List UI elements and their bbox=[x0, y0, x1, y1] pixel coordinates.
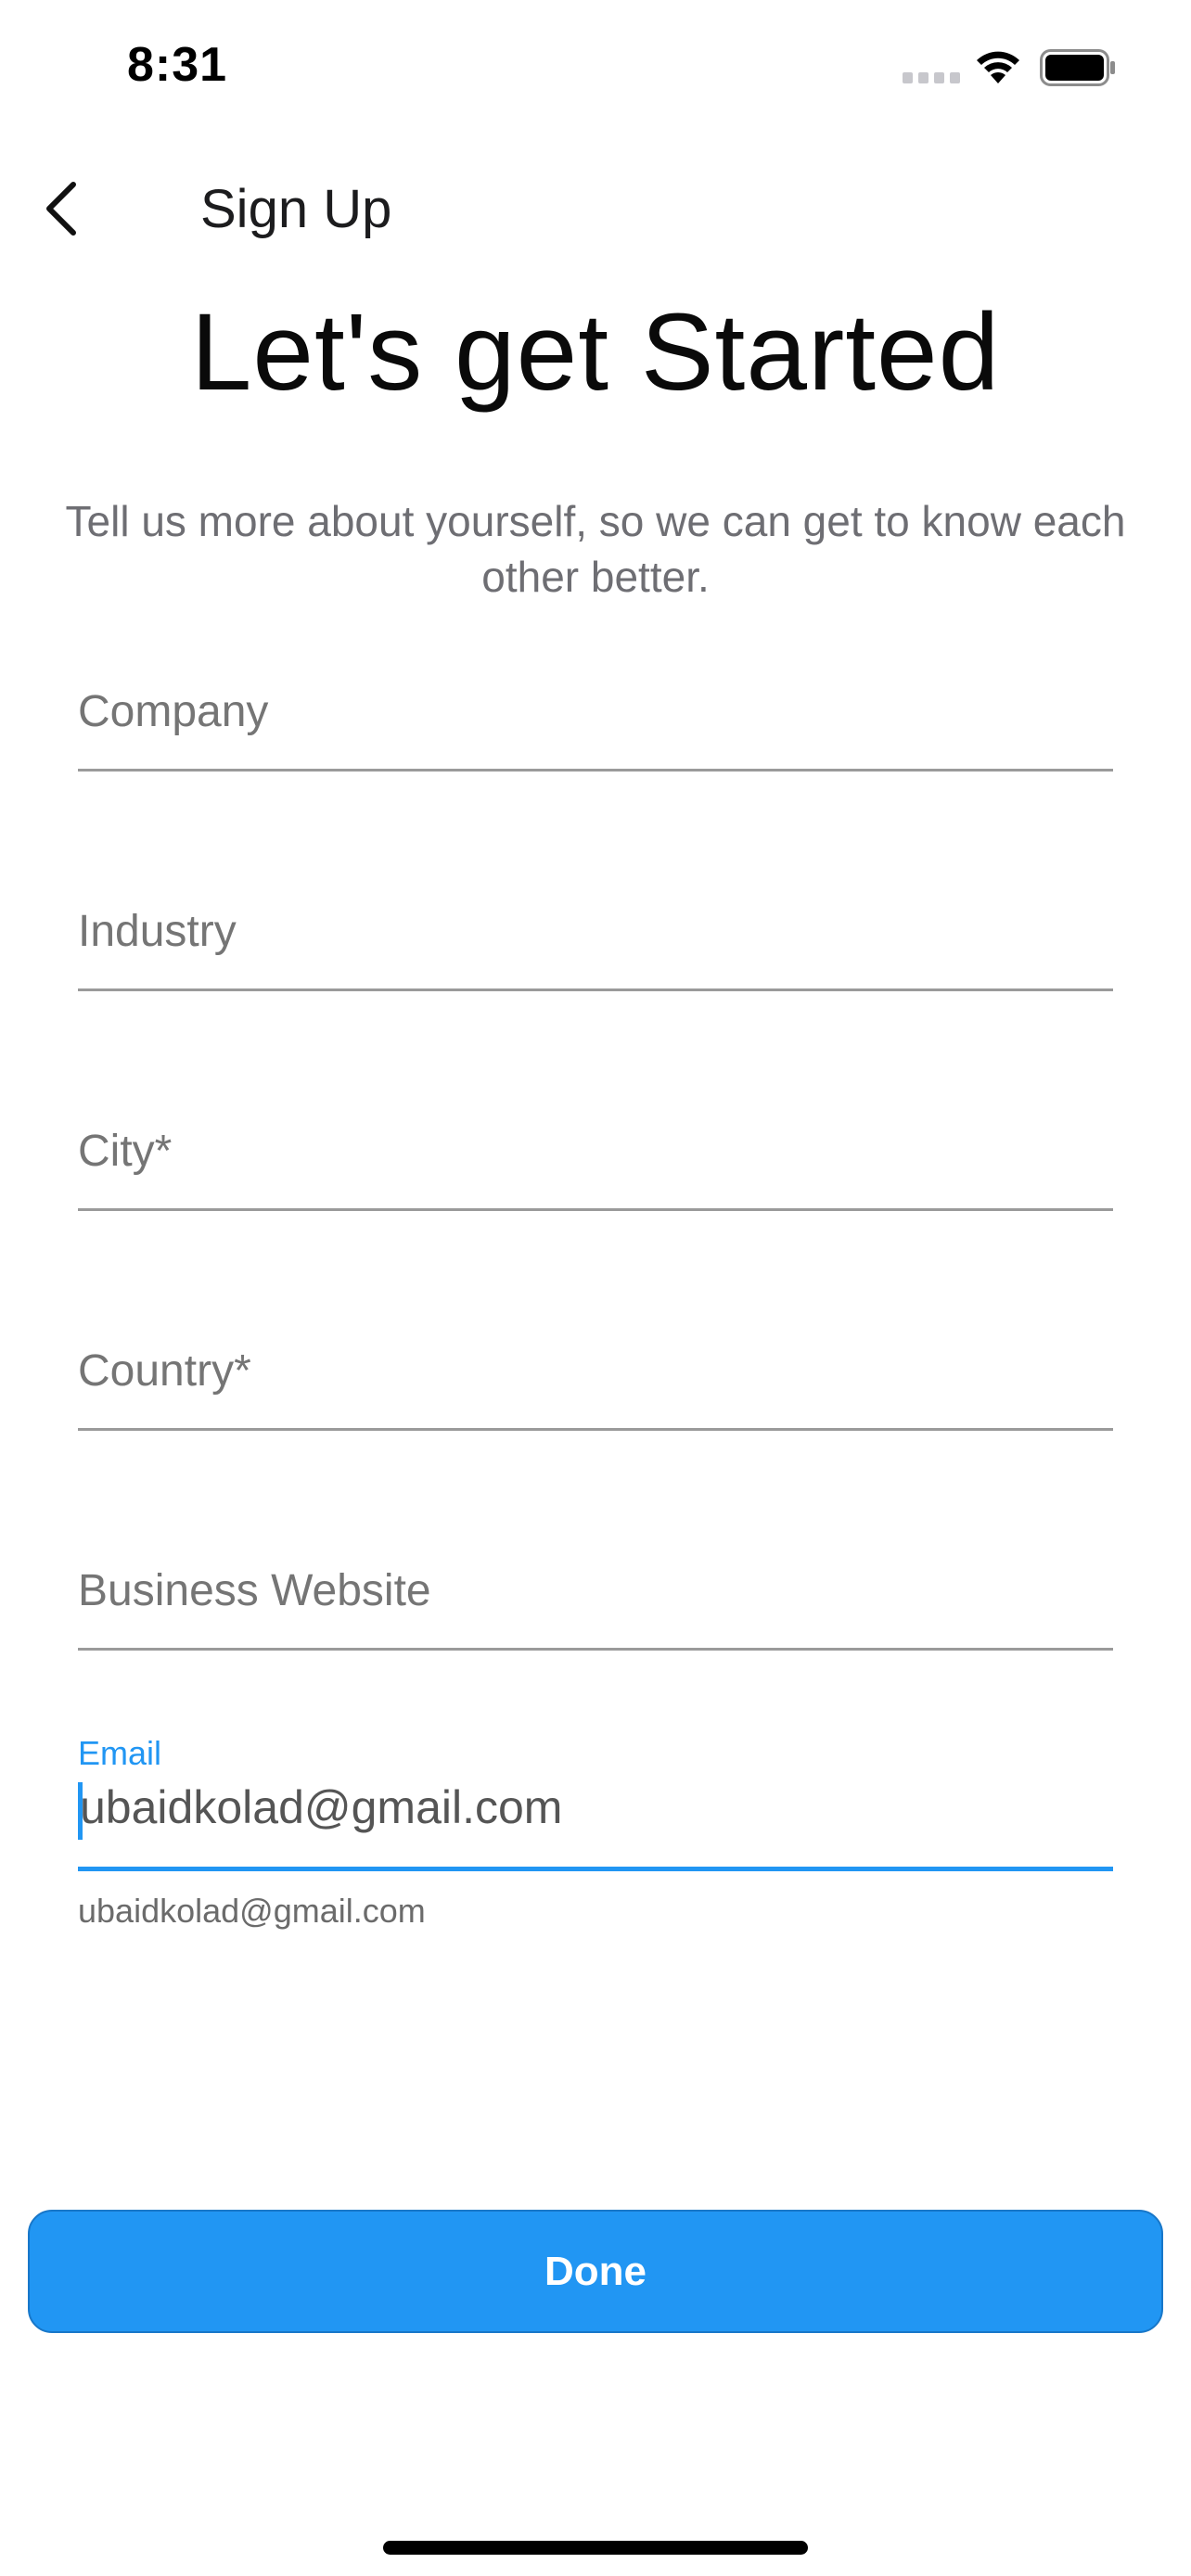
business-website-input[interactable] bbox=[78, 1565, 1113, 1616]
wifi-icon bbox=[977, 51, 1019, 83]
country-field[interactable] bbox=[78, 1320, 1113, 1431]
email-field[interactable]: Email ubaidkolad@gmail.com bbox=[78, 1734, 1113, 1871]
back-button[interactable] bbox=[28, 174, 93, 243]
email-input[interactable]: ubaidkolad@gmail.com bbox=[78, 1780, 562, 1834]
nav-title: Sign Up bbox=[200, 179, 392, 239]
industry-input[interactable] bbox=[78, 906, 1113, 957]
cellular-signal-icon bbox=[903, 72, 960, 83]
city-input[interactable] bbox=[78, 1126, 1113, 1177]
country-input[interactable] bbox=[78, 1345, 1113, 1396]
battery-icon bbox=[1040, 49, 1115, 86]
email-helper-text: ubaidkolad@gmail.com bbox=[78, 1892, 426, 1930]
done-button-label: Done bbox=[544, 2248, 647, 2294]
city-field[interactable] bbox=[78, 1100, 1113, 1211]
home-indicator bbox=[383, 2541, 808, 2555]
status-bar: 8:31 bbox=[0, 0, 1191, 139]
industry-field[interactable] bbox=[78, 880, 1113, 991]
navigation-bar: Sign Up bbox=[0, 158, 1191, 260]
page-subtitle: Tell us more about yourself, so we can g… bbox=[65, 497, 1126, 601]
business-website-field[interactable] bbox=[78, 1539, 1113, 1651]
company-field[interactable] bbox=[78, 660, 1113, 772]
email-label: Email bbox=[78, 1734, 162, 1772]
sign-up-screen: 8:31 Sign Up Let's get Started Tell us m… bbox=[0, 0, 1191, 2576]
chevron-left-icon bbox=[46, 182, 76, 236]
company-input[interactable] bbox=[78, 686, 1113, 737]
page-headline: Let's get Started bbox=[190, 291, 1001, 414]
status-time: 8:31 bbox=[127, 38, 228, 92]
done-button[interactable]: Done bbox=[28, 2210, 1163, 2333]
